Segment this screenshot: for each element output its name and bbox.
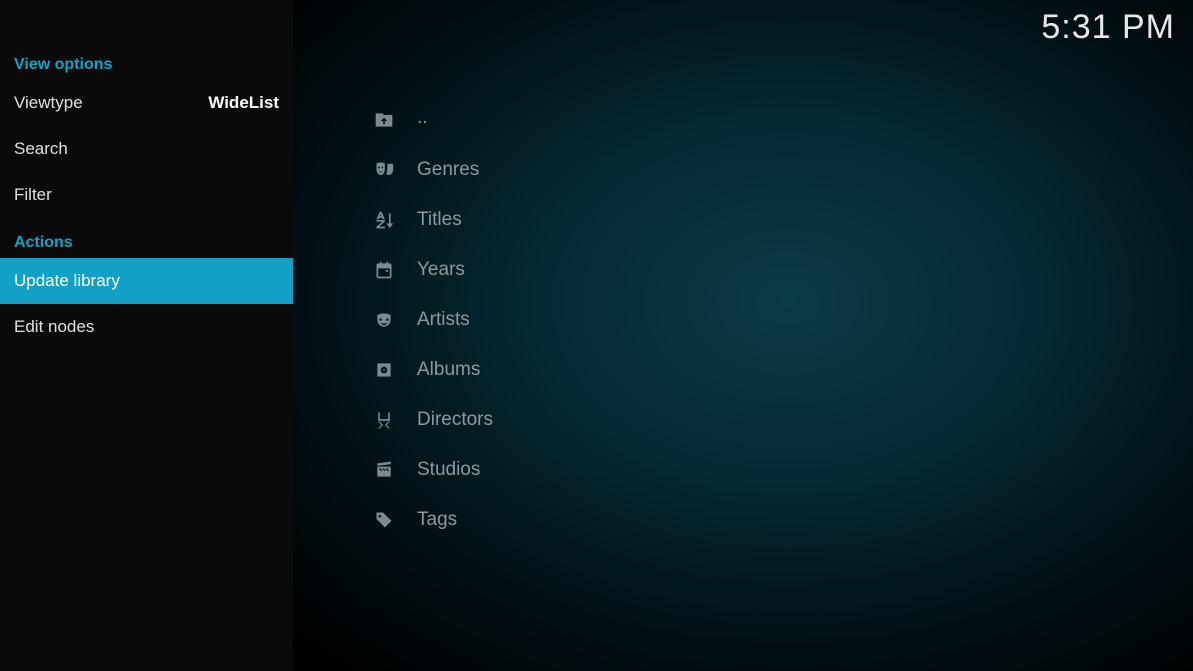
filter-label: Filter (14, 185, 52, 205)
list-label-titles: Titles (417, 209, 462, 231)
list-item-tags[interactable]: Tags (373, 495, 1173, 545)
list-label-artists: Artists (417, 309, 470, 331)
masks-icon (373, 159, 395, 181)
list-label-directors: Directors (417, 409, 493, 431)
list-item-artists[interactable]: Artists (373, 295, 1173, 345)
sort-alpha-icon (373, 209, 395, 231)
edit-nodes-label: Edit nodes (14, 317, 94, 337)
viewtype-value: WideList (208, 93, 279, 113)
tags-icon (373, 509, 395, 531)
list-item-studios[interactable]: Studios (373, 445, 1173, 495)
search-item[interactable]: Search (0, 126, 293, 172)
calendar-icon (373, 259, 395, 281)
list-label-studios: Studios (417, 459, 480, 481)
edit-nodes-item[interactable]: Edit nodes (0, 304, 293, 350)
disc-icon (373, 359, 395, 381)
mask-icon (373, 309, 395, 331)
list-item-genres[interactable]: Genres (373, 145, 1173, 195)
viewtype-item[interactable]: Viewtype WideList (0, 80, 293, 126)
update-library-item[interactable]: Update library (0, 258, 293, 304)
content-list: .. Genres Titles Years Artists (373, 95, 1173, 545)
sidebar: View options Viewtype WideList Search Fi… (0, 0, 293, 671)
list-item-albums[interactable]: Albums (373, 345, 1173, 395)
director-chair-icon (373, 409, 395, 431)
list-item-directors[interactable]: Directors (373, 395, 1173, 445)
update-library-label: Update library (14, 271, 120, 291)
section-header-view-options: View options (0, 50, 293, 80)
list-item-titles[interactable]: Titles (373, 195, 1173, 245)
main-area: 5:31 PM .. Genres Titles Years (293, 0, 1193, 671)
clock: 5:31 PM (1041, 8, 1175, 47)
list-label-tags: Tags (417, 509, 457, 531)
folder-up-icon (373, 109, 395, 131)
list-label-years: Years (417, 259, 465, 281)
filter-item[interactable]: Filter (0, 172, 293, 218)
clapperboard-icon (373, 459, 395, 481)
search-label: Search (14, 139, 68, 159)
list-label-genres: Genres (417, 159, 479, 181)
list-label-up: .. (417, 107, 428, 129)
list-item-up[interactable]: .. (373, 95, 1173, 145)
list-label-albums: Albums (417, 359, 480, 381)
list-item-years[interactable]: Years (373, 245, 1173, 295)
section-header-actions: Actions (0, 228, 293, 258)
viewtype-label: Viewtype (14, 93, 83, 113)
